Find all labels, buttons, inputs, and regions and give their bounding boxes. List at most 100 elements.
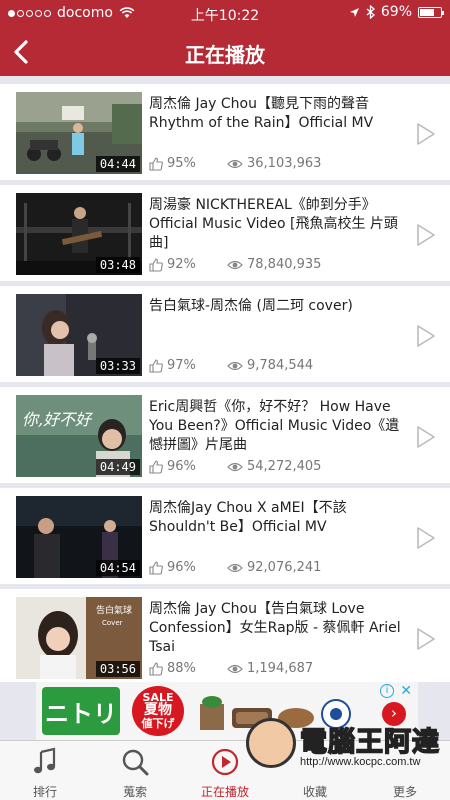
- video-title: 周杰倫Jay Chou X aMEI【不該 Shouldn't Be】Offic…: [149, 500, 347, 535]
- video-stats: 88% 1,194,687: [149, 661, 313, 676]
- views-stat: 1,194,687: [227, 661, 313, 676]
- likes-stat: 96%: [149, 459, 227, 474]
- video-row[interactable]: 你,好不好 04:49 Eric周興哲《你，好不好？ How Have You …: [0, 387, 450, 483]
- views-stat: 9,784,544: [227, 358, 313, 373]
- likes-stat: 95%: [149, 156, 227, 171]
- video-thumbnail: 03:33: [16, 294, 142, 376]
- status-bar: docomo 上午10:22 69%: [0, 0, 450, 28]
- video-thumbnail: 告白氣球 Cover 03:56: [16, 597, 142, 679]
- video-thumbnail: 04:54: [16, 496, 142, 578]
- views-stat: 36,103,963: [227, 156, 321, 171]
- music-note-icon: [34, 747, 56, 774]
- likes-percent: 97%: [167, 358, 196, 373]
- likes-percent: 96%: [167, 560, 196, 575]
- eye-icon: [227, 664, 243, 673]
- play-circle-icon: [211, 748, 239, 776]
- likes-stat: 96%: [149, 560, 227, 575]
- play-icon[interactable]: [416, 324, 436, 348]
- view-count: 1,194,687: [247, 661, 314, 676]
- views-stat: 92,076,241: [227, 560, 321, 575]
- bluetooth-icon: [366, 5, 375, 19]
- ad-close-icon[interactable]: ✕: [400, 684, 412, 698]
- views-stat: 78,840,935: [227, 257, 321, 272]
- watermark-text: 電腦王阿達: [299, 726, 440, 759]
- likes-percent: 88%: [167, 661, 196, 676]
- likes-stat: 88%: [149, 661, 227, 676]
- video-row[interactable]: 告白氣球 Cover 03:56 周杰倫 Jay Chou【告白氣球 Love …: [0, 589, 450, 682]
- watermark-avatar: [246, 718, 296, 768]
- video-duration: 04:44: [95, 156, 140, 172]
- video-title: 周杰倫 Jay Chou【告白氣球 Love Confession】女生Rap版…: [149, 601, 401, 655]
- video-stats: 96% 92,076,241: [149, 560, 321, 575]
- thumbs-up-icon: [149, 560, 163, 575]
- video-duration: 04:54: [95, 560, 140, 576]
- view-count: 9,784,544: [247, 358, 314, 373]
- video-row[interactable]: 03:33 告白氣球-周杰倫 (周二珂 cover) 97% 9,784,544: [0, 286, 450, 382]
- nav-bar: 正在播放: [0, 28, 450, 76]
- tab-ranking[interactable]: 排行: [0, 741, 90, 800]
- page-title: 正在播放: [185, 43, 265, 67]
- views-stat: 54,272,405: [227, 459, 321, 474]
- battery-icon: [418, 6, 444, 18]
- video-row[interactable]: 04:54 周杰倫Jay Chou X aMEI【不該 Shouldn't Be…: [0, 488, 450, 584]
- view-count: 78,840,935: [247, 257, 322, 272]
- eye-icon: [227, 462, 243, 471]
- likes-percent: 96%: [167, 459, 196, 474]
- watermark: 電腦王阿達 http://www.kocpc.com.tw: [246, 718, 450, 786]
- search-icon: [122, 749, 149, 776]
- battery-percent: 69%: [380, 4, 412, 20]
- thumbs-up-icon: [149, 156, 163, 171]
- thumbs-up-icon: [149, 257, 163, 272]
- thumbs-up-icon: [149, 459, 163, 474]
- play-icon[interactable]: [416, 425, 436, 449]
- thumbs-up-icon: [149, 358, 163, 373]
- video-stats: 95% 36,103,963: [149, 156, 321, 171]
- eye-icon: [227, 361, 243, 370]
- video-duration: 04:49: [95, 459, 140, 475]
- ad-info-icon[interactable]: i: [380, 684, 394, 698]
- video-stats: 92% 78,840,935: [149, 257, 321, 272]
- svg-text:Cover: Cover: [102, 619, 123, 627]
- svg-text:告白氣球: 告白氣球: [96, 604, 132, 616]
- ad-sale-line3: 値下げ: [141, 717, 175, 730]
- view-count: 36,103,963: [247, 156, 322, 171]
- eye-icon: [227, 563, 243, 572]
- play-icon[interactable]: [416, 526, 436, 550]
- likes-percent: 92%: [167, 257, 196, 272]
- likes-percent: 95%: [167, 156, 196, 171]
- video-row[interactable]: 03:48 周湯豪 NICKTHEREAL《帥到分手》Official Musi…: [0, 185, 450, 281]
- svg-text:你,好不好: 你,好不好: [22, 410, 93, 429]
- video-title: 周杰倫 Jay Chou【聽見下雨的聲音 Rhythm of the Rain】…: [149, 96, 374, 131]
- video-title: 告白氣球-周杰倫 (周二珂 cover): [149, 298, 353, 314]
- tab-search[interactable]: 蒐索: [90, 741, 180, 800]
- thumbs-up-icon: [149, 661, 163, 676]
- play-icon[interactable]: [416, 627, 436, 651]
- video-duration: 03:33: [95, 358, 140, 374]
- status-right: 69%: [349, 4, 444, 20]
- video-thumbnail: 04:44: [16, 92, 142, 174]
- eye-icon: [227, 260, 243, 269]
- tab-label: 蒐索: [122, 785, 147, 799]
- likes-stat: 97%: [149, 358, 227, 373]
- video-title: Eric周興哲《你，好不好？ How Have You Been?》Offici…: [149, 399, 400, 453]
- video-stats: 96% 54,272,405: [149, 459, 321, 474]
- video-stats: 97% 9,784,544: [149, 358, 313, 373]
- video-thumbnail: 你,好不好 04:49: [16, 395, 142, 477]
- play-icon[interactable]: [416, 122, 436, 146]
- video-duration: 03:56: [95, 661, 140, 677]
- play-icon[interactable]: [416, 223, 436, 247]
- location-arrow-icon: [349, 7, 359, 17]
- view-count: 92,076,241: [247, 560, 322, 575]
- watermark-url: http://www.kocpc.com.tw: [300, 756, 421, 768]
- view-count: 54,272,405: [247, 459, 322, 474]
- tab-label: 排行: [32, 785, 57, 799]
- ad-sale-line2: 夏物: [144, 702, 172, 718]
- ad-brand-logo: ニトリ: [42, 687, 120, 735]
- eye-icon: [227, 159, 243, 168]
- video-title: 周湯豪 NICKTHEREAL《帥到分手》Official Music Vide…: [149, 197, 398, 251]
- ad-sale-badge: SALE 夏物 値下げ: [132, 686, 184, 736]
- video-list: 04:44 周杰倫 Jay Chou【聽見下雨的聲音 Rhythm of the…: [0, 76, 450, 682]
- likes-stat: 92%: [149, 257, 227, 272]
- video-row[interactable]: 04:44 周杰倫 Jay Chou【聽見下雨的聲音 Rhythm of the…: [0, 84, 450, 180]
- video-thumbnail: 03:48: [16, 193, 142, 275]
